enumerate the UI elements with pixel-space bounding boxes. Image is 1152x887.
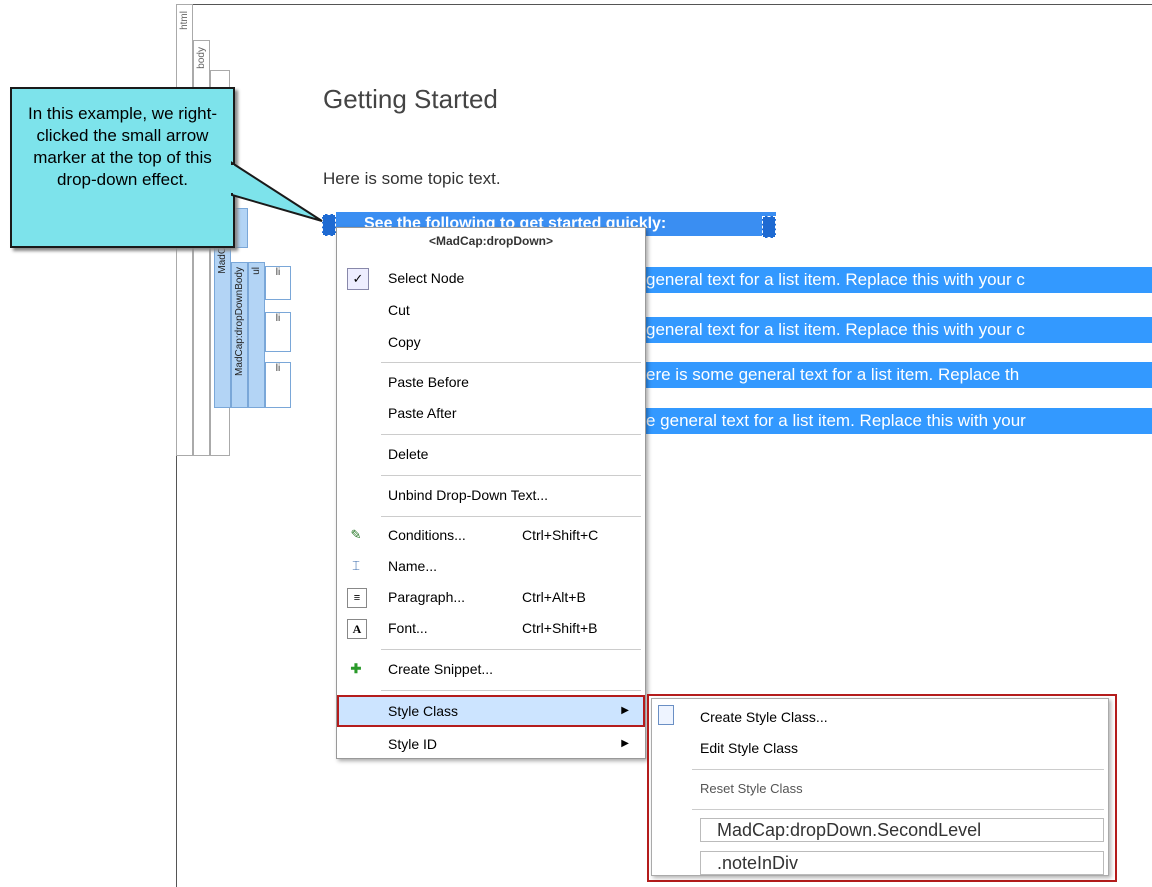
dropdown-arrow-marker[interactable] <box>762 216 776 238</box>
style-class-option[interactable]: MadCap:dropDown.SecondLevel <box>700 818 1104 842</box>
menu-label: Cut <box>388 302 410 318</box>
paragraph-icon: ≡ <box>347 588 367 608</box>
menu-item-delete[interactable]: Delete <box>339 440 643 468</box>
callout-box: In this example, we right-clicked the sm… <box>10 87 235 248</box>
list-item[interactable]: general text for a list item. Replace th… <box>646 317 1152 343</box>
structure-bar-ul[interactable]: ul <box>248 262 265 408</box>
structure-label-html: html <box>179 11 190 30</box>
menu-item-name[interactable]: ⌶ Name... <box>339 552 643 580</box>
list-item[interactable]: general text for a list item. Replace th… <box>646 267 1152 293</box>
menu-item-conditions[interactable]: ✎ Conditions... Ctrl+Shift+C <box>339 521 643 549</box>
callout-pointer <box>230 161 323 222</box>
topic-title[interactable]: Getting Started <box>323 84 498 115</box>
submenu-separator <box>692 769 1104 770</box>
font-icon: A <box>347 619 367 639</box>
menu-label: Paste Before <box>388 374 469 390</box>
context-menu-title: <MadCap:dropDown> <box>428 234 553 248</box>
menu-item-style-id[interactable]: Style ID ▶ <box>339 730 643 758</box>
menu-label: Select Node <box>388 270 465 286</box>
menu-item-paste-before[interactable]: Paste Before <box>339 368 643 396</box>
menu-item-cut[interactable]: Cut <box>339 296 643 324</box>
structure-label-ul: ul <box>251 267 262 275</box>
list-item[interactable]: ere is some general text for a list item… <box>646 362 1152 388</box>
menu-item-create-snippet[interactable]: ✚ Create Snippet... <box>339 655 643 683</box>
submenu-arrow-icon: ▶ <box>621 738 629 749</box>
menu-separator <box>381 690 641 691</box>
menu-separator <box>381 475 641 476</box>
menu-separator <box>381 434 641 435</box>
submenu-arrow-icon: ▶ <box>621 705 629 716</box>
menu-label: Style ID <box>388 736 438 752</box>
structure-label-li-2: li <box>275 313 281 324</box>
menu-label: Create Snippet... <box>388 661 494 677</box>
structure-bar-dropdown-body[interactable]: MadCap:dropDownBody <box>231 262 248 408</box>
submenu-item-create-style-class[interactable]: Create Style Class... <box>700 709 828 725</box>
menu-label: Paste After <box>388 405 457 421</box>
menu-separator <box>381 362 641 363</box>
menu-label: Font... <box>388 620 428 636</box>
menu-label: Delete <box>388 446 429 462</box>
menu-item-copy[interactable]: Copy <box>339 328 643 356</box>
menu-label: Style Class <box>388 703 459 719</box>
structure-bar-li-3[interactable]: li <box>265 362 291 408</box>
menu-shortcut: Ctrl+Shift+C <box>522 527 599 543</box>
check-icon: ✓ <box>347 268 369 290</box>
style-class-submenu: Create Style Class... Edit Style Class R… <box>647 694 1117 882</box>
structure-bar-li-1[interactable]: li <box>265 266 291 300</box>
structure-bar-li-2[interactable]: li <box>265 312 291 352</box>
submenu-separator <box>692 809 1104 810</box>
list-item[interactable]: e general text for a list item. Replace … <box>646 408 1152 434</box>
menu-shortcut: Ctrl+Alt+B <box>522 589 586 605</box>
name-icon: ⌶ <box>352 558 360 573</box>
menu-separator <box>381 516 641 517</box>
menu-item-style-class[interactable]: Style Class ▶ <box>337 695 645 727</box>
structure-label-li-1: li <box>275 267 281 278</box>
structure-label-dropdown-body: MadCap:dropDownBody <box>234 267 245 376</box>
structure-label-body: body <box>196 47 207 69</box>
submenu-item-edit-style-class[interactable]: Edit Style Class <box>700 740 798 756</box>
menu-item-font[interactable]: A Font... Ctrl+Shift+B <box>339 614 643 642</box>
structure-label-li-3: li <box>275 363 281 374</box>
menu-item-paste-after[interactable]: Paste After <box>339 399 643 427</box>
menu-item-unbind-dropdown[interactable]: Unbind Drop-Down Text... <box>339 481 643 509</box>
menu-item-paragraph[interactable]: ≡ Paragraph... Ctrl+Alt+B <box>339 583 643 611</box>
topic-paragraph[interactable]: Here is some topic text. <box>323 169 501 189</box>
conditions-icon: ✎ <box>350 527 362 542</box>
style-class-icon <box>658 705 674 725</box>
menu-label: Name... <box>388 558 438 574</box>
menu-separator <box>381 649 641 650</box>
submenu-item-reset-style-class: Reset Style Class <box>700 781 803 796</box>
menu-label: Paragraph... <box>388 589 466 605</box>
menu-shortcut: Ctrl+Shift+B <box>522 620 598 636</box>
menu-item-select-node[interactable]: ✓ Select Node <box>339 264 643 292</box>
context-menu: <MadCap:dropDown> ✓ Select Node Cut Copy… <box>336 227 646 759</box>
snippet-icon: ✚ <box>350 661 362 676</box>
menu-label: Unbind Drop-Down Text... <box>388 487 549 503</box>
submenu-panel: Create Style Class... Edit Style Class R… <box>651 698 1109 876</box>
menu-label: Copy <box>388 334 421 350</box>
menu-label: Conditions... <box>388 527 466 543</box>
style-class-option[interactable]: .noteInDiv <box>700 851 1104 875</box>
